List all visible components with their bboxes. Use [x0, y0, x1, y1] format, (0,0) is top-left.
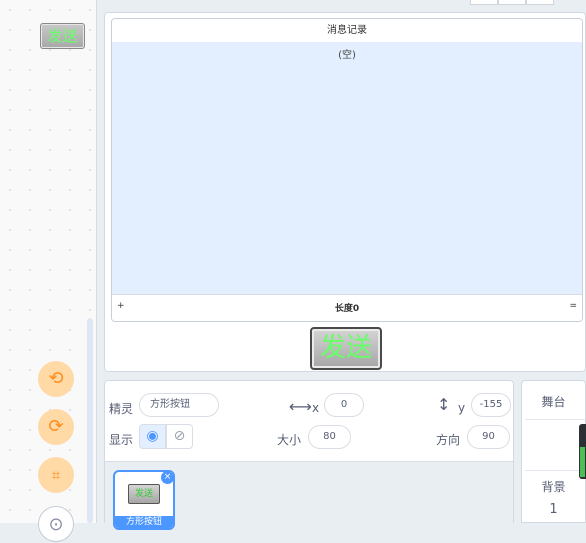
eye-slash-icon[interactable]: ⊘: [166, 424, 193, 449]
y-label: y: [458, 401, 466, 415]
sprite-info-pane: 精灵 方形按钮 ⟷ x 0 ↕ y -155 显示 ◉ ⊘ 大小 80 方向 9…: [104, 380, 514, 530]
sprite-thumb-name: 方形按钮: [115, 516, 173, 528]
scrollbar[interactable]: [87, 318, 93, 523]
list-monitor: 消息记录 (空) + 长度0 =: [111, 18, 583, 322]
rotate-right-icon[interactable]: ⟳: [38, 409, 74, 445]
list-title: 消息记录: [112, 19, 582, 43]
stage-title: 舞台: [541, 395, 566, 409]
zoom-reset-icon[interactable]: ⊙: [38, 506, 74, 542]
direction-label: 方向: [436, 433, 461, 447]
close-icon[interactable]: ×: [161, 472, 173, 484]
eye-icon[interactable]: ◉: [139, 424, 166, 449]
resize-handle[interactable]: =: [569, 301, 577, 311]
size-label: 大小: [277, 433, 302, 447]
stage-thumbnail[interactable]: [525, 419, 585, 471]
sprite-thumbnail[interactable]: 发送 方形按钮 ×: [113, 470, 175, 530]
rotate-left-icon[interactable]: ⟲: [38, 361, 74, 397]
sprite-list: 发送 方形按钮 ×: [105, 461, 513, 530]
y-arrows-icon: ↕: [437, 395, 451, 414]
code-area[interactable]: 发送 ⟲ ⟳ ⌗ ⊙: [0, 0, 97, 542]
y-input[interactable]: -155: [471, 393, 511, 417]
sprite-label: 精灵: [109, 402, 134, 416]
list-empty-text: (空): [338, 50, 356, 61]
list-footer: + 长度0 =: [112, 294, 582, 321]
direction-input[interactable]: 90: [467, 425, 510, 449]
sprite-thumb-image: 发送: [128, 484, 160, 504]
sprite-name-input[interactable]: 方形按钮: [139, 393, 219, 417]
level-meter: [579, 424, 586, 479]
list-length: 长度0: [334, 304, 360, 314]
backdrop-label: 背景: [541, 480, 566, 494]
x-label: x: [312, 401, 320, 415]
send-sprite-button[interactable]: 发送: [310, 327, 382, 370]
size-input[interactable]: 80: [308, 425, 351, 449]
backdrop-count: 1: [549, 502, 558, 517]
stage-selector[interactable]: 舞台 背景 1: [521, 380, 586, 523]
stage-size-controls: [470, 0, 586, 6]
crop-icon[interactable]: ⌗: [38, 457, 74, 493]
send-block[interactable]: 发送: [40, 23, 85, 49]
stage[interactable]: 消息记录 (空) + 长度0 = 发送: [104, 12, 586, 372]
x-input[interactable]: 0: [324, 393, 364, 417]
show-label: 显示: [109, 433, 134, 447]
x-arrows-icon: ⟷: [289, 397, 312, 416]
list-body: (空): [112, 42, 582, 296]
